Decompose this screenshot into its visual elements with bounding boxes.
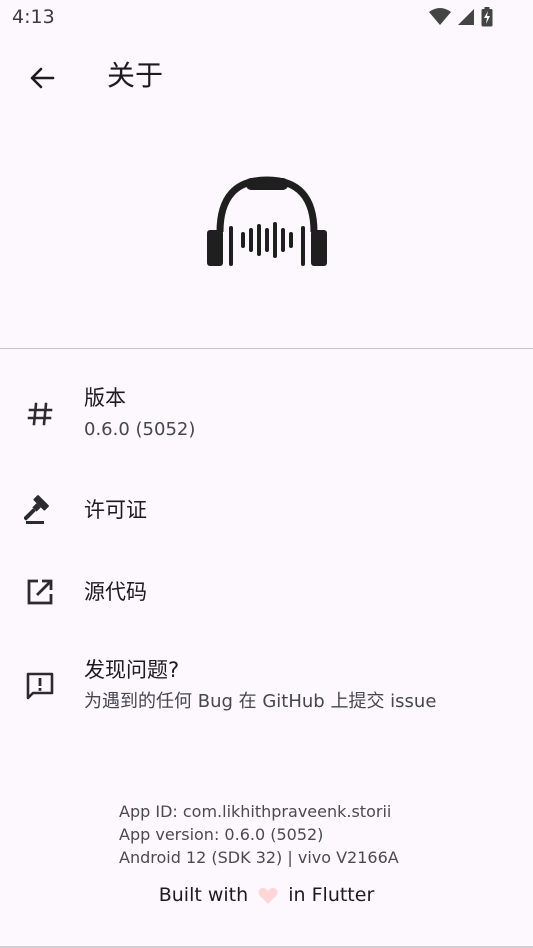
- headphones-logo-icon: [207, 176, 327, 266]
- back-button[interactable]: [22, 58, 62, 98]
- app-id-text: App ID: com.likhithpraveenk.storii: [119, 802, 392, 821]
- status-time: 4:13: [12, 6, 55, 28]
- version-value: 0.6.0 (5052): [84, 419, 196, 440]
- hash-icon: [22, 396, 58, 432]
- status-icons: [429, 7, 493, 27]
- report-issue-subtitle: 为遇到的任何 Bug 在 GitHub 上提交 issue: [84, 691, 437, 712]
- license-title: 许可证: [84, 498, 147, 522]
- version-title: 版本: [84, 386, 126, 410]
- heart-icon: [258, 887, 278, 904]
- app-bar: 关于: [0, 44, 533, 110]
- app-version-text: App version: 0.6.0 (5052): [119, 825, 324, 844]
- built-with-suffix: in Flutter: [288, 884, 375, 906]
- list-item-report-issue[interactable]: 发现问题? 为遇到的任何 Bug 在 GitHub 上提交 issue: [0, 646, 533, 726]
- gavel-icon: [22, 492, 58, 528]
- cellular-signal-icon: [458, 9, 474, 25]
- source-code-title: 源代码: [84, 580, 147, 604]
- list-item-version[interactable]: 版本 0.6.0 (5052): [0, 374, 533, 454]
- status-bar: 4:13: [0, 0, 533, 36]
- list-item-source-code[interactable]: 源代码: [0, 562, 533, 622]
- divider: [0, 348, 533, 349]
- app-info: App ID: com.likhithpraveenk.storii App v…: [119, 800, 399, 869]
- report-issue-title: 发现问题?: [84, 658, 180, 682]
- battery-charging-icon: [481, 7, 493, 27]
- feedback-icon: [22, 668, 58, 704]
- list-item-license[interactable]: 许可证: [0, 480, 533, 540]
- built-with-prefix: Built with: [158, 884, 249, 906]
- app-logo: [200, 172, 334, 272]
- device-info-text: Android 12 (SDK 32) | vivo V2166A: [119, 848, 399, 867]
- page-title: 关于: [107, 59, 164, 92]
- open-in-new-icon: [22, 574, 58, 610]
- arrow-back-icon: [30, 67, 55, 89]
- built-with-flutter: Built with in Flutter: [0, 884, 533, 906]
- wifi-icon: [429, 8, 451, 25]
